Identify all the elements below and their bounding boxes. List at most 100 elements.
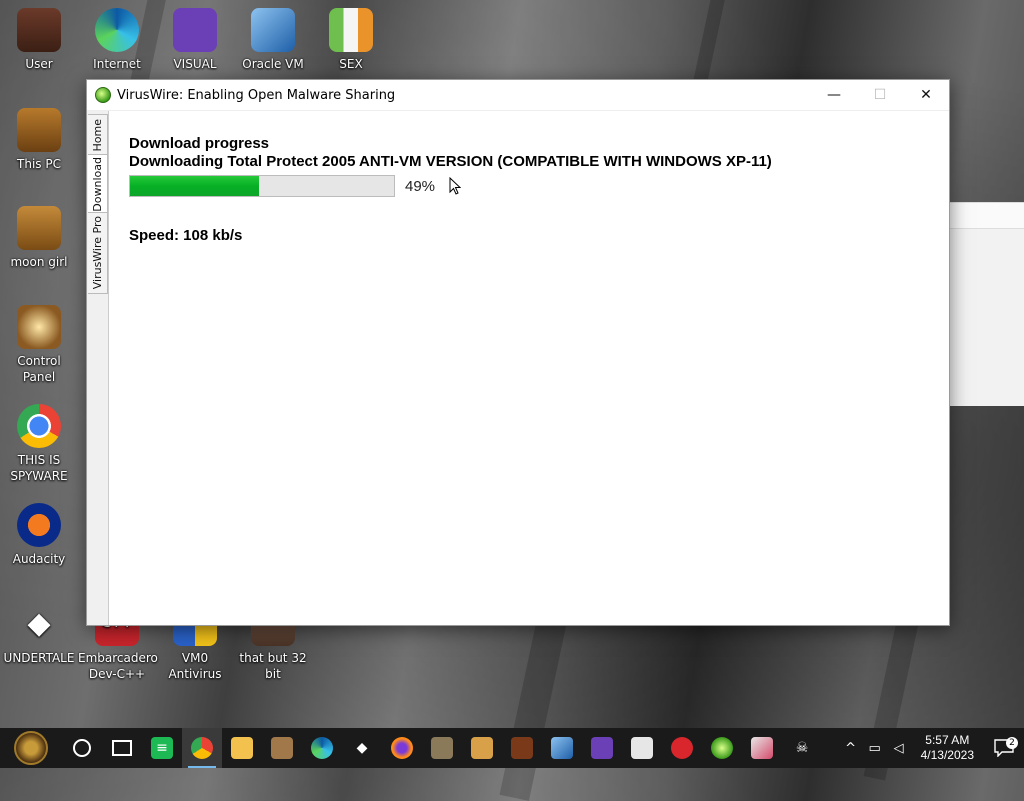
taskbar-red-app[interactable] bbox=[662, 728, 702, 768]
skull-icon: ☠ bbox=[795, 740, 809, 756]
tab-label: Download bbox=[91, 156, 104, 212]
progress-percent: 49% bbox=[405, 177, 436, 195]
desktop-icon-spyware[interactable]: THIS IS SPYWARE bbox=[0, 404, 78, 484]
taskbar-skull-app[interactable]: ☠ bbox=[782, 728, 822, 768]
desktop-icon-this-pc[interactable]: This PC bbox=[0, 108, 78, 172]
desktop-icon-moon-girl[interactable]: moon girl bbox=[0, 206, 78, 270]
desktop-icon-label: UNDERTALE bbox=[3, 651, 75, 665]
viruswire-icon bbox=[711, 737, 733, 759]
desktop-icon-audacity[interactable]: Audacity bbox=[0, 503, 78, 567]
desktop-icon-label: VM0 Antivirus bbox=[168, 651, 222, 681]
download-filename: Downloading Total Protect 2005 ANTI-VM V… bbox=[129, 153, 772, 170]
close-button[interactable]: ✕ bbox=[903, 80, 949, 110]
taskbar-search[interactable] bbox=[62, 728, 102, 768]
desktop-icon-visual[interactable]: VISUAL bbox=[156, 8, 234, 72]
taskbar: ≡ ◆ ☠ ^ ▭ ◁ 5:57 AM 4/13/2023 2 bbox=[0, 728, 1024, 768]
download-speed: Speed: 108 kb/s bbox=[129, 227, 243, 244]
visual-studio-icon bbox=[591, 737, 613, 759]
maximize-button[interactable]: ☐ bbox=[857, 80, 903, 110]
clock-date: 4/13/2023 bbox=[920, 748, 974, 762]
download-heading: Download progress bbox=[129, 135, 270, 152]
viruswire-app-icon bbox=[95, 87, 111, 103]
desktop-icon-user[interactable]: User bbox=[0, 8, 78, 72]
clock-time: 5:57 AM bbox=[925, 733, 970, 747]
desktop-icon-label: that but 32 bit bbox=[239, 651, 307, 681]
desktop-icon-label: VISUAL bbox=[173, 57, 217, 71]
tab-viruswire-pro[interactable]: VirusWire Pro bbox=[88, 212, 108, 294]
progress-bar bbox=[129, 175, 395, 197]
desktop-icon-label: This PC bbox=[17, 157, 61, 171]
taskbar-file-explorer[interactable] bbox=[222, 728, 262, 768]
taskbar-photo-app[interactable] bbox=[742, 728, 782, 768]
desktop-icon-label: Internet bbox=[93, 57, 141, 71]
gimp-icon bbox=[431, 737, 453, 759]
virtualbox-icon bbox=[251, 8, 295, 52]
background-window[interactable] bbox=[950, 202, 1024, 406]
tray-chevron-up-icon[interactable]: ^ bbox=[839, 741, 863, 756]
viruswire-window[interactable]: VirusWire: Enabling Open Malware Sharing… bbox=[86, 79, 950, 626]
taskbar-gimp[interactable] bbox=[422, 728, 462, 768]
taskbar-spotify[interactable]: ≡ bbox=[142, 728, 182, 768]
desktop-icon-internet[interactable]: Internet bbox=[78, 8, 156, 72]
minimize-button[interactable]: — bbox=[811, 80, 857, 110]
mouse-cursor-icon bbox=[449, 177, 462, 195]
taskbar-viruswire[interactable] bbox=[702, 728, 742, 768]
start-button[interactable] bbox=[0, 728, 62, 768]
taskbar-virtualbox[interactable] bbox=[542, 728, 582, 768]
unity-icon: ◆ bbox=[356, 740, 368, 756]
desktop-icon-sex[interactable]: SEX bbox=[312, 8, 390, 72]
person-icon bbox=[471, 737, 493, 759]
tab-download[interactable]: Download bbox=[88, 154, 108, 214]
desktop-icon-oracle-vm[interactable]: Oracle VM bbox=[234, 8, 312, 72]
unity-icon: ◆ bbox=[27, 606, 51, 641]
taskbar-unity[interactable]: ◆ bbox=[342, 728, 382, 768]
volume-muted-icon[interactable]: ◁ bbox=[887, 741, 911, 756]
taskbar-user-app[interactable] bbox=[462, 728, 502, 768]
taskbar-app-figure[interactable] bbox=[262, 728, 302, 768]
start-orb-icon bbox=[14, 731, 48, 765]
tab-strip: Home Download VirusWire Pro bbox=[87, 111, 109, 625]
tab-label: Home bbox=[91, 118, 104, 152]
folder-icon bbox=[231, 737, 253, 759]
search-circle-icon bbox=[73, 739, 91, 757]
taskbar-visual-studio[interactable] bbox=[582, 728, 622, 768]
taskbar-edge[interactable] bbox=[302, 728, 342, 768]
desktop-icon-label: Control Panel bbox=[17, 354, 61, 384]
system-tray: ^ ▭ ◁ 5:57 AM 4/13/2023 2 bbox=[839, 728, 1024, 768]
taskbar-thumbnail-app[interactable] bbox=[502, 728, 542, 768]
desktop-icon-label: SEX bbox=[339, 57, 363, 71]
task-view-icon bbox=[112, 740, 132, 756]
title-bar[interactable]: VirusWire: Enabling Open Malware Sharing… bbox=[87, 80, 949, 111]
progress-fill bbox=[130, 176, 260, 196]
visual-studio-icon bbox=[173, 8, 217, 52]
folder-icon bbox=[17, 206, 61, 250]
audacity-icon bbox=[17, 503, 61, 547]
progress-row: 49% bbox=[129, 175, 939, 197]
notification-count-badge: 2 bbox=[1006, 737, 1018, 749]
desktop-icon-label: Embarcadero Dev-C++ bbox=[78, 651, 158, 681]
desktop-icon-control-panel[interactable]: Control Panel bbox=[0, 305, 78, 385]
computer-icon bbox=[17, 108, 61, 152]
desktop-icon-label: moon girl bbox=[10, 255, 68, 269]
taskbar-chrome[interactable] bbox=[182, 728, 222, 768]
notification-center-button[interactable]: 2 bbox=[984, 737, 1024, 757]
window-body: Home Download VirusWire Pro Download pro… bbox=[87, 111, 949, 625]
desktop-icon-label: THIS IS SPYWARE bbox=[10, 453, 68, 483]
photo-icon bbox=[751, 737, 773, 759]
network-icon[interactable]: ▭ bbox=[863, 741, 887, 756]
control-panel-icon bbox=[17, 305, 61, 349]
edge-icon bbox=[311, 737, 333, 759]
red-app-icon bbox=[671, 737, 693, 759]
virtualbox-icon bbox=[551, 737, 573, 759]
taskbar-game-app[interactable] bbox=[622, 728, 662, 768]
window-title: VirusWire: Enabling Open Malware Sharing bbox=[117, 87, 396, 103]
clock[interactable]: 5:57 AM 4/13/2023 bbox=[921, 733, 974, 763]
tab-home[interactable]: Home bbox=[88, 114, 108, 156]
taskbar-task-view[interactable] bbox=[102, 728, 142, 768]
figure-icon bbox=[271, 737, 293, 759]
taskbar-firefox[interactable] bbox=[382, 728, 422, 768]
desktop-icon-label: Oracle VM bbox=[242, 57, 304, 71]
desktop-icon-label: User bbox=[25, 57, 53, 71]
tab-label: VirusWire Pro bbox=[91, 216, 104, 290]
desktop-icon-undertale[interactable]: ◆ UNDERTALE bbox=[0, 602, 78, 666]
